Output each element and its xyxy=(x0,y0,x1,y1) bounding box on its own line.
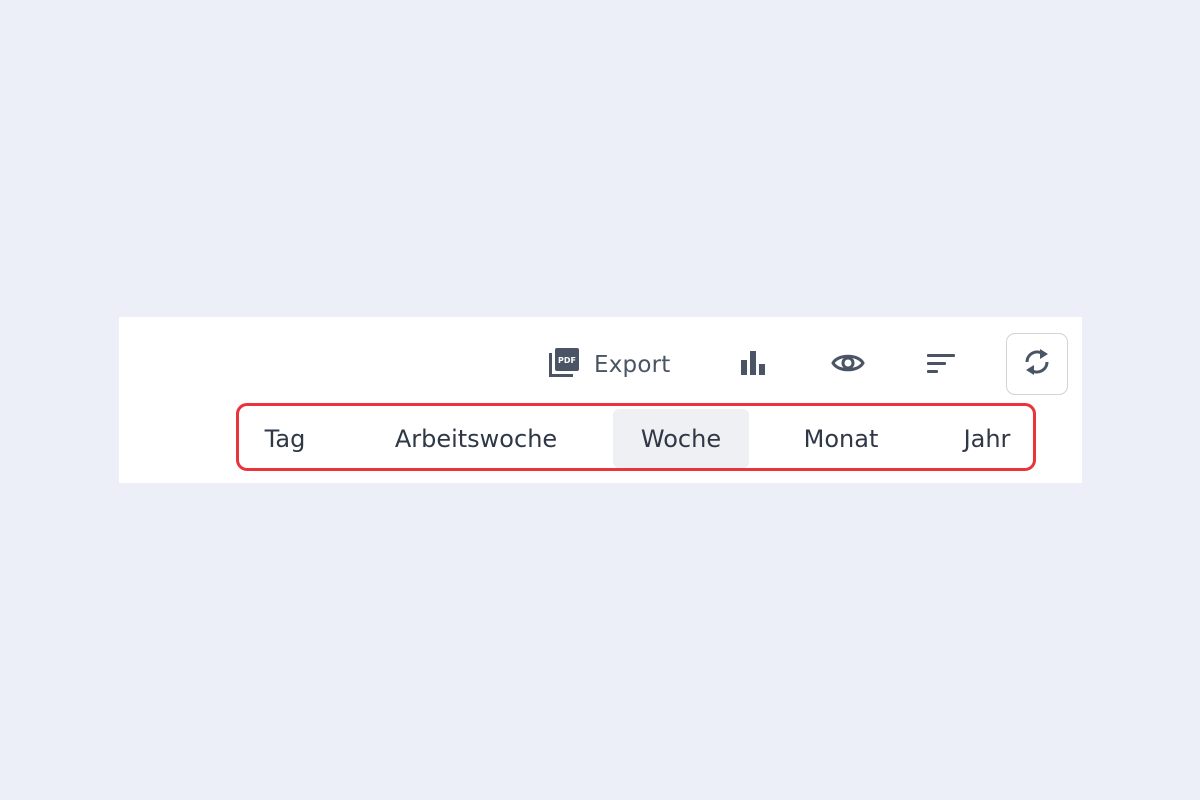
svg-text:PDF: PDF xyxy=(558,356,576,365)
eye-icon xyxy=(831,352,865,378)
header-panel: PDF Export Tag Arbeitswoche Woche Monat … xyxy=(119,317,1082,483)
view-button[interactable] xyxy=(829,347,867,383)
refresh-icon xyxy=(1023,347,1051,381)
chart-button[interactable] xyxy=(735,347,771,383)
pdf-icon: PDF xyxy=(548,348,580,382)
refresh-button[interactable] xyxy=(1006,333,1068,395)
period-arbeitswoche[interactable]: Arbeitswoche xyxy=(376,409,576,468)
period-monat[interactable]: Monat xyxy=(791,409,891,468)
period-jahr[interactable]: Jahr xyxy=(949,409,1025,468)
export-label: Export xyxy=(594,352,671,378)
period-woche[interactable]: Woche xyxy=(613,409,749,468)
period-tag[interactable]: Tag xyxy=(249,409,321,468)
period-selector: Tag Arbeitswoche Woche Monat Jahr xyxy=(236,403,1036,471)
sort-icon xyxy=(927,353,955,377)
bar-chart-icon xyxy=(740,351,766,379)
export-button[interactable]: PDF Export xyxy=(548,347,671,383)
sort-button[interactable] xyxy=(923,347,959,383)
